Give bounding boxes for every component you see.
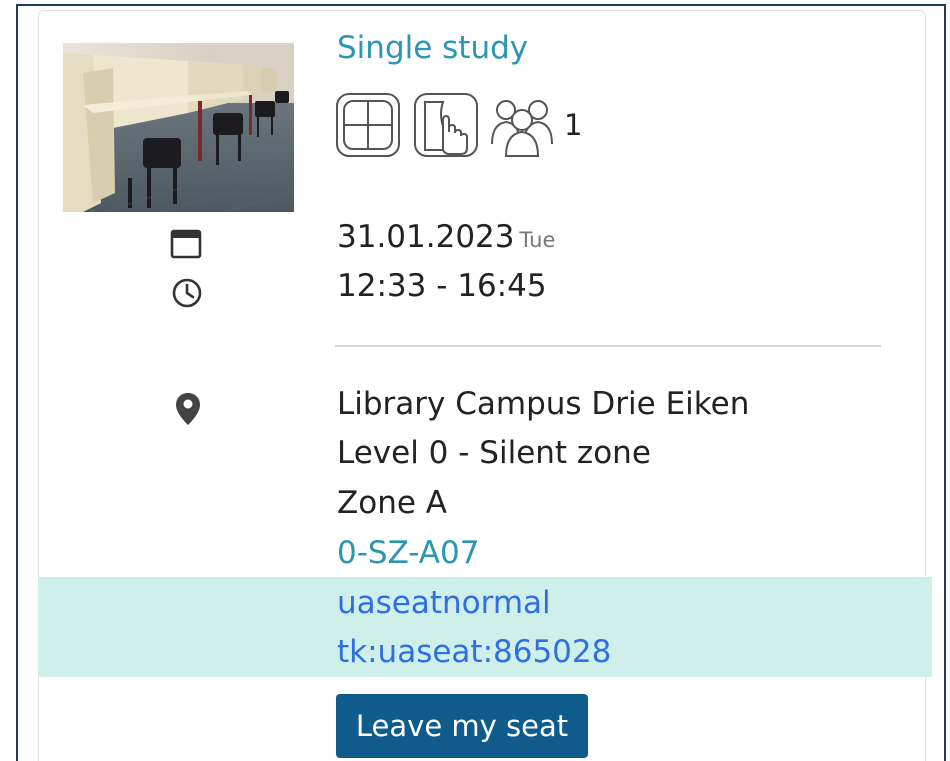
- location-zone: Zone A: [337, 485, 447, 521]
- seat-id: tk:uaseat:865028: [337, 634, 612, 670]
- touch-screen-icon: [414, 93, 478, 157]
- seat-code-link[interactable]: 0-SZ-A07: [337, 535, 479, 571]
- booking-date-value: 31.01.2023: [337, 219, 515, 255]
- calendar-icon: [170, 229, 202, 259]
- people-icon: [491, 100, 553, 157]
- seat-type: uaseatnormal: [337, 585, 551, 621]
- booking-time: 12:33 - 16:45: [337, 268, 547, 304]
- booking-date: 31.01.2023 Tue: [337, 219, 555, 255]
- location-pin-icon: [176, 393, 200, 425]
- space-photo: [63, 43, 294, 212]
- location-building: Library Campus Drie Eiken: [337, 386, 750, 422]
- space-title[interactable]: Single study: [337, 30, 528, 66]
- booking-weekday: Tue: [519, 228, 556, 252]
- section-divider: [335, 345, 881, 347]
- clock-icon: [172, 278, 202, 308]
- location-level: Level 0 - Silent zone: [337, 435, 651, 471]
- capacity-count: 1: [564, 108, 583, 142]
- feature-icons: 1: [335, 91, 582, 159]
- leave-seat-button[interactable]: Leave my seat: [336, 694, 588, 758]
- window-icon: [336, 93, 400, 157]
